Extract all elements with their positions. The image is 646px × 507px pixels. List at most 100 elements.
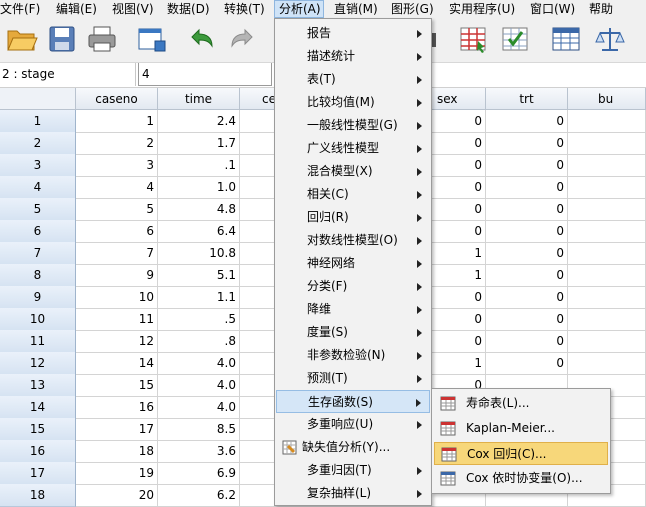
column-header-bu[interactable]: bu <box>568 88 646 110</box>
cell-value-input[interactable]: 4 <box>138 63 272 86</box>
cell-trt[interactable]: 0 <box>486 264 568 287</box>
cell-time[interactable]: 4.0 <box>158 374 240 397</box>
analyze-menu-item[interactable]: 多重响应(U) <box>276 413 430 436</box>
cell-caseno[interactable]: 15 <box>76 374 158 397</box>
cell-bu[interactable] <box>568 264 646 287</box>
cell-trt[interactable]: 0 <box>486 176 568 199</box>
cell-time[interactable]: 8.5 <box>158 418 240 441</box>
cell-caseno[interactable]: 1 <box>76 110 158 133</box>
row-header[interactable]: 1 <box>0 110 76 133</box>
split-file-icon[interactable] <box>458 23 490 55</box>
cell-caseno[interactable]: 18 <box>76 440 158 463</box>
analyze-menu-item[interactable]: 预测(T) <box>276 367 430 390</box>
row-header[interactable]: 3 <box>0 154 76 177</box>
analyze-menu-item[interactable]: 降维 <box>276 298 430 321</box>
cell-caseno[interactable]: 10 <box>76 286 158 309</box>
scale-icon[interactable] <box>594 23 626 55</box>
row-header[interactable]: 10 <box>0 308 76 331</box>
column-header-trt[interactable]: trt <box>486 88 568 110</box>
cell-bu[interactable] <box>568 242 646 265</box>
cell-time[interactable]: 1.0 <box>158 176 240 199</box>
analyze-menu-item[interactable]: 分类(F) <box>276 275 430 298</box>
cell-caseno[interactable]: 6 <box>76 220 158 243</box>
cell-bu[interactable] <box>568 110 646 133</box>
cell-time[interactable]: 6.2 <box>158 484 240 507</box>
print-icon[interactable] <box>86 23 118 55</box>
menu-view[interactable]: 视图(V) <box>112 0 156 18</box>
cell-time[interactable]: 3.6 <box>158 440 240 463</box>
row-header[interactable]: 9 <box>0 286 76 309</box>
cell-caseno[interactable]: 11 <box>76 308 158 331</box>
cell-bu[interactable] <box>568 154 646 177</box>
cell-trt[interactable]: 0 <box>486 198 568 221</box>
cell-caseno[interactable]: 5 <box>76 198 158 221</box>
menu-file[interactable]: 文件(F) <box>0 0 44 18</box>
analyze-menu-item[interactable]: 回归(R) <box>276 206 430 229</box>
cell-time[interactable]: 1.1 <box>158 286 240 309</box>
menu-direct-marketing[interactable]: 直销(M) <box>334 0 378 18</box>
survival-menu-item[interactable]: Cox 回归(C)... <box>434 442 608 465</box>
row-header[interactable]: 7 <box>0 242 76 265</box>
cell-bu[interactable] <box>568 198 646 221</box>
cell-time[interactable]: .5 <box>158 308 240 331</box>
cell-caseno[interactable]: 9 <box>76 264 158 287</box>
cell-time[interactable]: 6.4 <box>158 220 240 243</box>
cell-time[interactable]: 4.0 <box>158 396 240 419</box>
analyze-menu-item[interactable]: 度量(S) <box>276 321 430 344</box>
cell-bu[interactable] <box>568 286 646 309</box>
row-header[interactable]: 12 <box>0 352 76 375</box>
row-header[interactable]: 8 <box>0 264 76 287</box>
row-header[interactable]: 6 <box>0 220 76 243</box>
menu-edit[interactable]: 编辑(E) <box>56 0 100 18</box>
dialog-recall-icon[interactable] <box>136 23 168 55</box>
open-folder-icon[interactable] <box>6 23 38 55</box>
cell-caseno[interactable]: 3 <box>76 154 158 177</box>
cell-caseno[interactable]: 16 <box>76 396 158 419</box>
cell-trt[interactable]: 0 <box>486 154 568 177</box>
cell-trt[interactable]: 0 <box>486 220 568 243</box>
cell-time[interactable]: 4.8 <box>158 198 240 221</box>
cell-bu[interactable] <box>568 220 646 243</box>
analyze-menu-item[interactable]: 报告 <box>276 22 430 45</box>
analyze-menu-item[interactable]: 广义线性模型 <box>276 137 430 160</box>
column-header-time[interactable]: time <box>158 88 240 110</box>
cell-bu[interactable] <box>568 132 646 155</box>
value-labels-icon[interactable] <box>550 23 582 55</box>
cell-caseno[interactable]: 12 <box>76 330 158 353</box>
cell-caseno[interactable]: 2 <box>76 132 158 155</box>
corner-header[interactable] <box>0 88 76 110</box>
analyze-menu-item[interactable]: 复杂抽样(L) <box>276 482 430 505</box>
analyze-menu-item[interactable]: 一般线性模型(G) <box>276 114 430 137</box>
cell-time[interactable]: 4.0 <box>158 352 240 375</box>
menu-analyze[interactable]: 分析(A) <box>274 0 324 18</box>
survival-menu-item[interactable]: 寿命表(L)... <box>434 392 608 415</box>
row-header[interactable]: 4 <box>0 176 76 199</box>
cell-time[interactable]: 5.1 <box>158 264 240 287</box>
cell-trt[interactable]: 0 <box>486 242 568 265</box>
cell-bu[interactable] <box>568 330 646 353</box>
menu-window[interactable]: 窗口(W) <box>530 0 580 18</box>
cell-time[interactable]: 2.4 <box>158 110 240 133</box>
select-cases-icon[interactable] <box>500 23 532 55</box>
row-header[interactable]: 18 <box>0 484 76 507</box>
menu-transform[interactable]: 转换(T) <box>224 0 268 18</box>
cell-caseno[interactable]: 4 <box>76 176 158 199</box>
analyze-menu-item[interactable]: 缺失值分析(Y)... <box>276 436 430 459</box>
menu-help[interactable]: 帮助 <box>589 0 619 18</box>
cell-time[interactable]: 10.8 <box>158 242 240 265</box>
save-icon[interactable] <box>46 23 78 55</box>
row-header[interactable]: 17 <box>0 462 76 485</box>
row-header[interactable]: 11 <box>0 330 76 353</box>
row-header[interactable]: 14 <box>0 396 76 419</box>
cell-time[interactable]: 1.7 <box>158 132 240 155</box>
cell-bu[interactable] <box>568 176 646 199</box>
analyze-menu-item[interactable]: 混合模型(X) <box>276 160 430 183</box>
cell-caseno[interactable]: 17 <box>76 418 158 441</box>
cell-bu[interactable] <box>568 352 646 375</box>
cell-trt[interactable]: 0 <box>486 110 568 133</box>
row-header[interactable]: 13 <box>0 374 76 397</box>
cell-caseno[interactable]: 7 <box>76 242 158 265</box>
row-header[interactable]: 5 <box>0 198 76 221</box>
row-header[interactable]: 15 <box>0 418 76 441</box>
cell-time[interactable]: 6.9 <box>158 462 240 485</box>
